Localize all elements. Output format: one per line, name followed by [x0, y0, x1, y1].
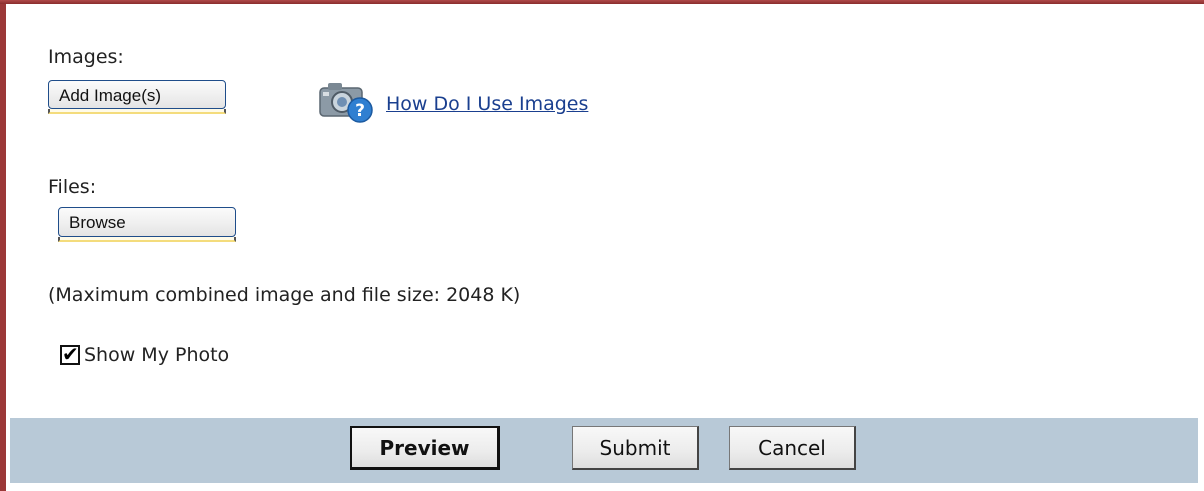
submit-button[interactable]: Submit: [572, 426, 699, 470]
browse-button[interactable]: Browse: [58, 207, 236, 237]
add-image-button-underline: [48, 109, 226, 114]
cancel-button[interactable]: Cancel: [729, 426, 856, 470]
add-image-button-wrap: Add Image(s): [48, 80, 226, 114]
browse-button-underline: [58, 237, 236, 242]
show-photo-label[interactable]: Show My Photo: [84, 344, 229, 366]
add-image-button[interactable]: Add Image(s): [48, 80, 226, 109]
size-limit-note: (Maximum combined image and file size: 2…: [48, 284, 521, 306]
preview-button[interactable]: Preview: [350, 426, 500, 470]
files-label: Files:: [48, 176, 97, 198]
camera-help-icon: ?: [316, 78, 376, 126]
browse-button-wrap: Browse: [58, 207, 236, 242]
checkmark-icon: ✔: [62, 342, 79, 366]
show-photo-option[interactable]: ✔ Show My Photo: [60, 342, 229, 366]
show-photo-checkbox[interactable]: ✔: [60, 342, 80, 366]
help-link-text[interactable]: How Do I Use Images: [386, 93, 588, 115]
how-do-i-use-images-link[interactable]: ? How Do I Use Images: [316, 78, 588, 126]
images-label: Images:: [48, 46, 124, 68]
svg-text:?: ?: [355, 101, 365, 121]
